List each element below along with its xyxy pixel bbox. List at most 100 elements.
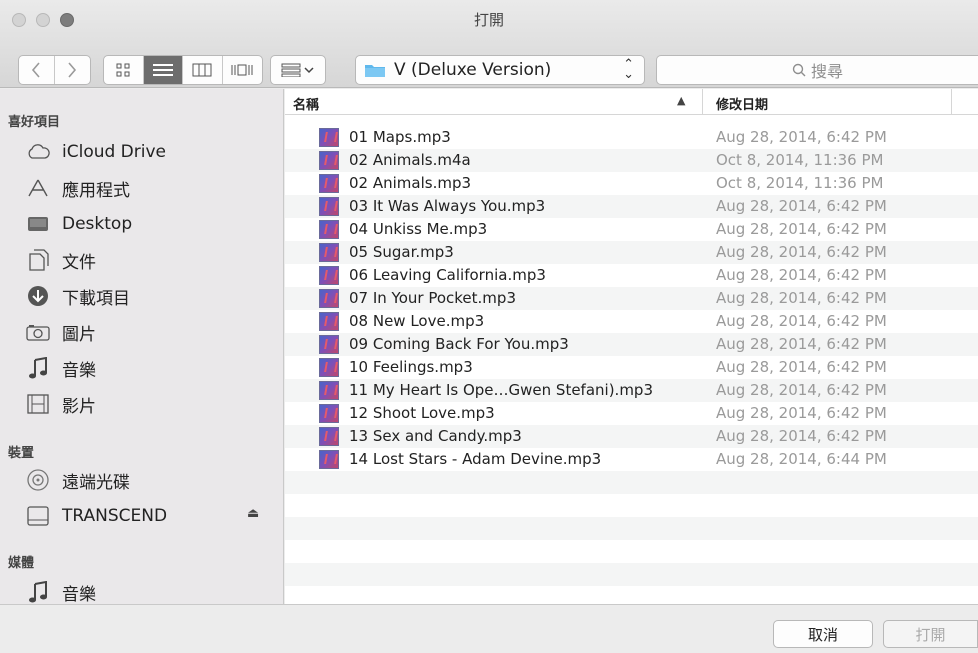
- sidebar-item-transcend[interactable]: TRANSCEND: [26, 501, 167, 531]
- file-date-modified: Aug 28, 2014, 6:42 PM: [716, 220, 887, 238]
- album-art-icon: [319, 358, 339, 377]
- album-art-icon: [319, 404, 339, 423]
- sidebar-item-label: 下載項目: [62, 288, 130, 309]
- file-date-modified: Oct 8, 2014, 11:36 PM: [716, 151, 884, 169]
- eject-icon[interactable]: ⏏: [247, 506, 259, 521]
- file-date-modified: Aug 28, 2014, 6:42 PM: [716, 404, 887, 422]
- file-date-modified: Aug 28, 2014, 6:44 PM: [716, 450, 887, 468]
- sidebar-item-label: 音樂: [62, 584, 96, 605]
- file-row[interactable]: 04 Unkiss Me.mp3 Aug 28, 2014, 6:42 PM: [285, 218, 978, 241]
- album-art-icon: [319, 151, 339, 170]
- file-row[interactable]: 05 Sugar.mp3 Aug 28, 2014, 6:42 PM: [285, 241, 978, 264]
- history-nav: [18, 55, 91, 85]
- file-row[interactable]: 08 New Love.mp3 Aug 28, 2014, 6:42 PM: [285, 310, 978, 333]
- film-icon: [26, 393, 50, 415]
- file-date-modified: Aug 28, 2014, 6:42 PM: [716, 197, 887, 215]
- desktop-icon: [26, 213, 50, 235]
- album-art-icon: [319, 243, 339, 262]
- file-row[interactable]: 11 My Heart Is Ope…Gwen Stefani).mp3 Aug …: [285, 379, 978, 402]
- forward-button[interactable]: [55, 56, 91, 84]
- sidebar-item-label: 音樂: [62, 360, 96, 381]
- sidebar-item-desktop[interactable]: Desktop: [26, 209, 132, 239]
- file-row[interactable]: 06 Leaving California.mp3 Aug 28, 2014, 6…: [285, 264, 978, 287]
- downloads-icon: [26, 285, 50, 307]
- search-field[interactable]: 搜尋: [656, 55, 978, 85]
- file-row[interactable]: 07 In Your Pocket.mp3 Aug 28, 2014, 6:42 …: [285, 287, 978, 310]
- sidebar-item-pictures[interactable]: 圖片: [26, 317, 96, 347]
- file-row[interactable]: 14 Lost Stars - Adam Devine.mp3 Aug 28, 2…: [285, 448, 978, 471]
- empty-row: [285, 471, 978, 494]
- album-art-icon: [319, 312, 339, 331]
- sidebar-item-movies[interactable]: 影片: [26, 389, 96, 419]
- cover-flow-icon: [231, 64, 253, 76]
- file-row[interactable]: 10 Feelings.mp3 Aug 28, 2014, 6:42 PM: [285, 356, 978, 379]
- arrange-button[interactable]: [270, 55, 326, 85]
- file-name: 01 Maps.mp3: [349, 128, 451, 146]
- sidebar-item-downloads[interactable]: 下載項目: [26, 281, 130, 311]
- empty-row: [285, 494, 978, 517]
- file-date-modified: Aug 28, 2014, 6:42 PM: [716, 335, 887, 353]
- cancel-button[interactable]: 取消: [773, 620, 873, 648]
- column-header-date-modified[interactable]: 修改日期: [716, 94, 768, 113]
- search-icon: [792, 63, 806, 77]
- search-placeholder: 搜尋: [810, 62, 843, 81]
- column-divider[interactable]: [702, 89, 703, 115]
- file-row[interactable]: 12 Shoot Love.mp3 Aug 28, 2014, 6:42 PM: [285, 402, 978, 425]
- icon-view-button[interactable]: [104, 56, 144, 84]
- file-name: 06 Leaving California.mp3: [349, 266, 546, 284]
- sidebar-item-media-music[interactable]: 音樂: [26, 577, 96, 607]
- updown-chevron-icon: ⌃ ⌄: [623, 57, 634, 82]
- documents-icon: [26, 249, 50, 271]
- bottom-bar: 取消 打開: [0, 604, 978, 653]
- album-art-icon: [319, 381, 339, 400]
- sidebar-item-label: 文件: [62, 252, 96, 273]
- file-name: 12 Shoot Love.mp3: [349, 404, 495, 422]
- album-art-icon: [319, 220, 339, 239]
- sidebar-item-music[interactable]: 音樂: [26, 353, 96, 383]
- sort-ascending-icon[interactable]: ▲: [677, 94, 685, 107]
- file-row[interactable]: 01 Maps.mp3 Aug 28, 2014, 6:42 PM: [285, 126, 978, 149]
- back-button[interactable]: [19, 56, 55, 84]
- list-view-button[interactable]: [143, 56, 183, 84]
- sidebar-item-icloud-drive[interactable]: iCloud Drive: [26, 137, 166, 167]
- album-art-icon: [319, 128, 339, 147]
- sidebar-item-remote-disc[interactable]: 遠端光碟: [26, 465, 130, 495]
- sidebar-item-documents[interactable]: 文件: [26, 245, 96, 275]
- file-date-modified: Aug 28, 2014, 6:42 PM: [716, 128, 887, 146]
- location-popup[interactable]: V (Deluxe Version) ⌃ ⌄: [355, 55, 645, 85]
- file-name: 09 Coming Back For You.mp3: [349, 335, 569, 353]
- empty-row: [285, 563, 978, 586]
- file-row[interactable]: 13 Sex and Candy.mp3 Aug 28, 2014, 6:42 P…: [285, 425, 978, 448]
- file-row[interactable]: 09 Coming Back For You.mp3 Aug 28, 2014, …: [285, 333, 978, 356]
- cover-flow-button[interactable]: [223, 56, 262, 84]
- open-button[interactable]: 打開: [883, 620, 978, 648]
- album-art-icon: [319, 174, 339, 193]
- column-header-name[interactable]: 名稱: [293, 94, 319, 113]
- file-date-modified: Aug 28, 2014, 6:42 PM: [716, 381, 887, 399]
- view-mode-selector: [103, 55, 263, 85]
- list-header: 名稱 ▲ 修改日期: [285, 89, 978, 115]
- file-name: 13 Sex and Candy.mp3: [349, 427, 522, 445]
- album-art-icon: [319, 266, 339, 285]
- file-name: 14 Lost Stars - Adam Devine.mp3: [349, 450, 602, 468]
- file-row[interactable]: 02 Animals.mp3 Oct 8, 2014, 11:36 PM: [285, 172, 978, 195]
- columns-icon: [192, 63, 212, 77]
- sidebar-item-applications[interactable]: 應用程式: [26, 173, 130, 203]
- location-label: V (Deluxe Version): [394, 60, 552, 80]
- cloud-icon: [26, 141, 50, 163]
- arrange-icon: [281, 63, 314, 77]
- chevron-left-icon: [32, 62, 40, 78]
- disc-icon: [26, 469, 50, 491]
- sidebar-item-label: 遠端光碟: [62, 472, 130, 493]
- file-name: 07 In Your Pocket.mp3: [349, 289, 516, 307]
- album-art-icon: [319, 335, 339, 354]
- music-note-icon: [26, 357, 50, 379]
- folder-icon: [365, 65, 385, 77]
- file-row[interactable]: 03 It Was Always You.mp3 Aug 28, 2014, 6:…: [285, 195, 978, 218]
- file-name: 03 It Was Always You.mp3: [349, 197, 546, 215]
- column-view-button[interactable]: [183, 56, 223, 84]
- file-name: 02 Animals.m4a: [349, 151, 471, 169]
- column-divider[interactable]: [951, 89, 952, 115]
- file-row[interactable]: 02 Animals.m4a Oct 8, 2014, 11:36 PM: [285, 149, 978, 172]
- sidebar-item-label: iCloud Drive: [62, 142, 167, 162]
